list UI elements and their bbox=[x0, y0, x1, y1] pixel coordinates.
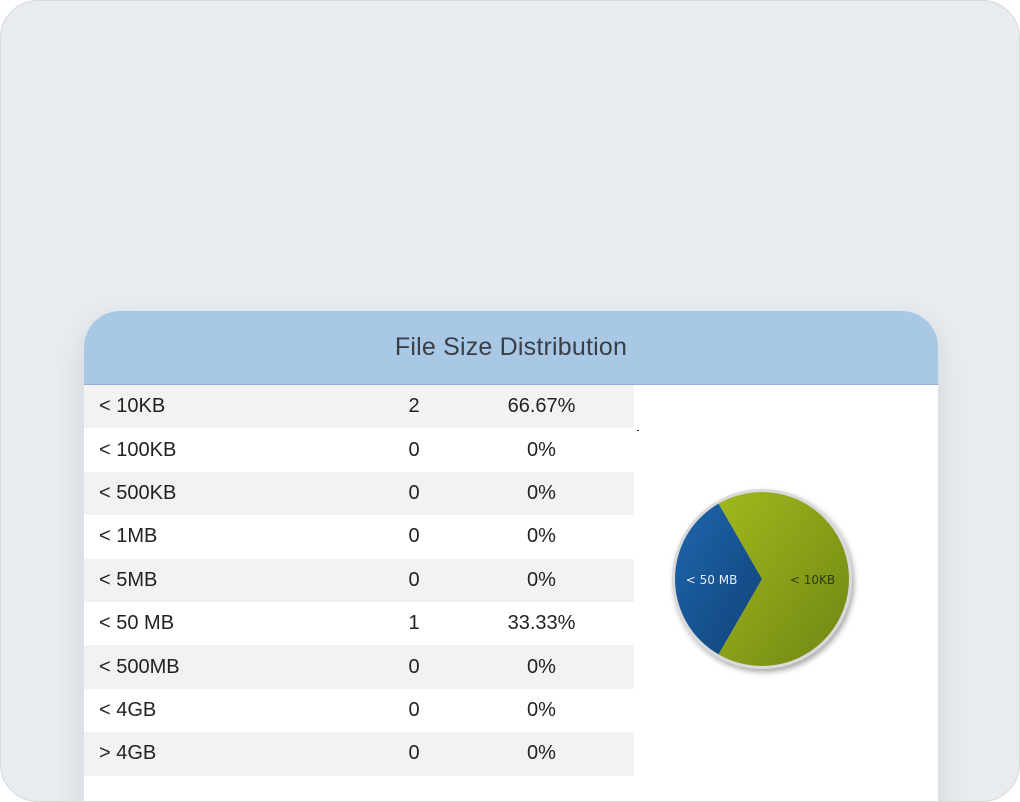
pie-chart-svg: < 10KB < 50 MB bbox=[672, 489, 852, 669]
pie-slice-label: < 50 MB bbox=[686, 573, 738, 587]
size-range-label: < 50 MB bbox=[99, 612, 175, 635]
file-percent: 0% bbox=[527, 698, 556, 721]
file-percent: 66.67% bbox=[507, 395, 576, 418]
table-row: < 500KB 0 0% bbox=[84, 471, 634, 516]
file-percent: 0% bbox=[527, 742, 556, 765]
distribution-table: < 10KB 2 66.67% < 100KB 0 0% < 500KB 0 0… bbox=[84, 385, 634, 776]
size-range-label: < 5MB bbox=[99, 568, 158, 591]
panel-header: File Size Distribution bbox=[84, 311, 938, 385]
panel-title: File Size Distribution bbox=[394, 333, 628, 361]
file-count: 2 bbox=[408, 395, 420, 418]
table-row: < 10KB 2 66.67% bbox=[84, 385, 634, 429]
table-row: < 4GB 0 0% bbox=[84, 688, 634, 733]
file-count: 0 bbox=[408, 525, 420, 548]
file-count: 1 bbox=[408, 612, 420, 635]
file-percent: 0% bbox=[527, 481, 556, 504]
size-range-label: < 1MB bbox=[99, 525, 158, 548]
window-background: File Size Distribution < 10KB 2 66.67% <… bbox=[0, 0, 1020, 802]
table-row: > 4GB 0 0% bbox=[84, 732, 634, 776]
file-size-distribution-panel: File Size Distribution < 10KB 2 66.67% <… bbox=[84, 311, 938, 801]
size-range-label: < 4GB bbox=[99, 698, 157, 721]
table-row: < 100KB 0 0% bbox=[84, 428, 634, 472]
table-row: < 5MB 0 0% bbox=[84, 558, 634, 602]
file-count: 0 bbox=[408, 742, 420, 765]
file-count: 0 bbox=[408, 698, 420, 721]
pie-chart: < 10KB < 50 MB bbox=[662, 483, 862, 683]
size-range-label: > 4GB bbox=[99, 742, 157, 765]
table-row: < 1MB 0 0% bbox=[84, 515, 634, 559]
separator-tick bbox=[637, 430, 639, 431]
size-range-label: < 500KB bbox=[99, 481, 177, 504]
file-count: 0 bbox=[408, 568, 420, 591]
file-percent: 0% bbox=[527, 525, 556, 548]
file-percent: 0% bbox=[527, 568, 556, 591]
file-count: 0 bbox=[408, 655, 420, 678]
table-row: < 50 MB 1 33.33% bbox=[84, 601, 634, 646]
file-count: 0 bbox=[408, 481, 420, 504]
file-percent: 0% bbox=[527, 655, 556, 678]
file-percent: 33.33% bbox=[507, 612, 576, 635]
file-count: 0 bbox=[408, 438, 420, 461]
size-range-label: < 500MB bbox=[99, 655, 180, 678]
size-range-label: < 10KB bbox=[99, 395, 166, 418]
pie-slice-label: < 10KB bbox=[790, 573, 835, 587]
size-range-label: < 100KB bbox=[99, 438, 177, 461]
table-row: < 500MB 0 0% bbox=[84, 645, 634, 689]
file-percent: 0% bbox=[527, 438, 556, 461]
